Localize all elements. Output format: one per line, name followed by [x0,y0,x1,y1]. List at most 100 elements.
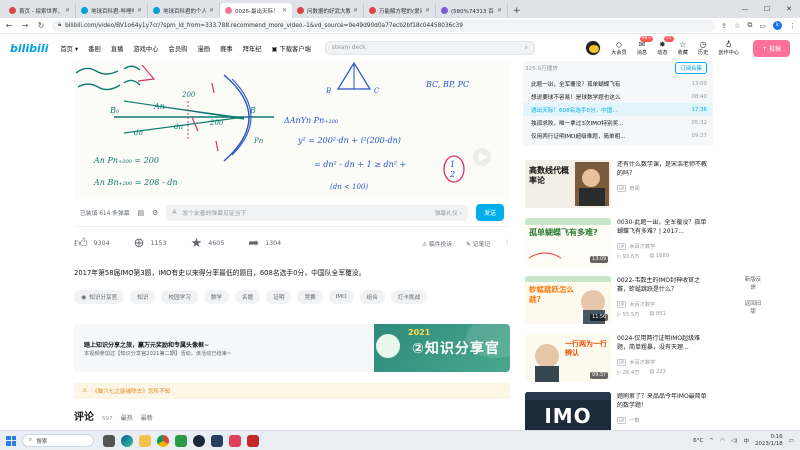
danmaku-toggle-icon[interactable]: ▤ [138,209,145,217]
notification-icon[interactable]: ▭ [789,438,794,444]
nav-anime[interactable]: 番剧 [88,44,101,53]
recommended-video[interactable]: 蚱蜢跳跃怎么跳? 11:56 0022-韦数主的IMO封神收官之赛，蚱蜢跳跃是什… [523,276,713,328]
sidebar-icon[interactable]: ▭ [759,22,766,30]
danmaku-input[interactable]: A 发个友善的弹幕见证当下 弹幕礼仪 › [166,204,468,221]
tag[interactable]: 证明 [266,290,292,304]
rec-title[interactable]: 题刷累了？来品品今年IMO最简单的数学题！ [617,393,711,410]
upload-button[interactable]: ↑ 投稿 [753,39,790,57]
rec-title[interactable]: 0024-仅用两行证明IMO超级难题，简单粗暴，没有天理... [617,335,711,352]
recommended-video[interactable]: 高数线代概率论 还有什么数学课，是宋浩老师不教的吗？ UP 奇闻 [523,160,713,212]
history-button[interactable]: ◷ 历史 [698,40,708,56]
search-input[interactable]: steam deck ⌕ [324,41,535,55]
report-button[interactable]: ⚠ 稿件投诉 [422,239,452,248]
browser-tab-5[interactable]: 问数据的好武大教 - 百度✕ [292,3,364,18]
app-icon[interactable] [175,434,187,447]
tab-close-icon[interactable]: ✕ [425,7,430,14]
tag[interactable]: 竞赛 [297,290,323,304]
nav-manga[interactable]: 漫画 [197,44,210,53]
sort-new-button[interactable]: 最新 [141,413,153,422]
volume-icon[interactable]: ◁) [731,438,737,444]
rec-uploader[interactable]: UP 奇闻 [617,185,640,192]
tab-close-icon[interactable]: ✕ [65,7,70,14]
nav-esports[interactable]: 赛事 [220,44,233,53]
vip-button[interactable]: ◇ 大会员 [611,40,627,56]
taskbar-clock[interactable]: 0:16 2023/1/18 [755,434,783,448]
url-field[interactable]: 🔒︎ bilibili.com/video/BV1o64y1y7cr/?spm_i… [52,19,716,32]
taskview-icon[interactable] [103,434,115,447]
danmaku-style-icon[interactable]: A [172,210,176,216]
nav-game-center[interactable]: 游戏中心 [133,44,158,53]
danmaku-settings-icon[interactable]: ⚙ [152,209,158,217]
tag[interactable]: 数学 [203,290,230,304]
nav-new-year[interactable]: 拜年纪 [243,44,262,53]
rec-uploader[interactable]: UP 木百才数学 [617,359,655,366]
minimize-icon[interactable]: — [734,5,756,13]
browser-tab-4-active[interactable]: 0026-最出天际！608名选手✕ [220,3,292,18]
rec-title[interactable]: 0030-此题一出，全军覆没？孤单蝴蝶飞有多难？| 2017... [617,219,711,236]
back-icon[interactable]: ← [4,21,14,30]
collection-item[interactable]: 想说要球不容易！是球数学题也这么 08:40 [523,90,713,103]
wifi-icon[interactable]: ◠ [720,438,725,444]
collection-item[interactable]: 独孤求败，唯一拿过3次IMO特别奖... 05:32 [523,116,713,129]
app-icon[interactable] [247,434,259,447]
tab-close-icon[interactable]: ✕ [209,7,214,14]
tag[interactable]: 名题 [235,290,261,304]
video-player[interactable]: B₀ An 200 dn dn B 200 Pn An Pn₊₂₀₀ = 200… [74,61,510,199]
tag[interactable]: IMO [328,290,354,304]
note-button[interactable]: ✎ 记笔记 [466,239,490,248]
recommended-video[interactable]: 孤单蝴蝶飞有多难? 13:09 0030-此题一出，全军覆没？孤单蝴蝶飞有多难？… [523,218,713,270]
share-page-icon[interactable]: ⇪ [721,22,727,30]
app-icon[interactable] [211,434,223,447]
chrome-icon[interactable] [157,434,169,447]
danmaku-send-button[interactable]: 发送 [475,204,504,221]
tray-chevron-icon[interactable]: ^ [709,438,714,444]
taskbar-search[interactable]: ⌕ 搜索 [22,434,94,447]
like-button[interactable]: 👍︎ 9304 [74,237,110,250]
bookmark-star-icon[interactable]: ☆ [734,22,740,30]
close-window-icon[interactable]: ✕ [778,5,800,13]
favorites-button[interactable]: ☆ 收藏 [678,40,688,56]
notice-bar[interactable]: ⚠ 《脑六七之能被除去》您所不知 [74,383,510,399]
more-icon[interactable]: ⋮ [504,240,510,246]
browser-menu-icon[interactable]: ⋮ [789,22,796,30]
collection-item[interactable]: 此题一出，全军覆没？孤单蝴蝶飞有 13:09 [523,77,713,90]
recommended-video[interactable]: 一行两为一行辨认 09:37 0024-仅用两行证明IMO超级难题，简单粗暴，没… [523,334,713,386]
browser-tab-1[interactable]: 首页 - 探索世界，共同创✕ [4,3,76,18]
video-thumbnail[interactable]: 一行两为一行辨认 09:37 [525,334,611,382]
favorite-button[interactable]: ★ 4605 [191,237,225,250]
nav-mall[interactable]: 会员购 [169,44,188,53]
maximize-icon[interactable]: ☐ [756,5,778,13]
sort-hot-button[interactable]: 最热 [121,413,133,422]
tag[interactable]: 组合 [359,290,385,304]
forward-icon[interactable]: → [20,21,30,30]
coin-button[interactable]: ⊕ 1153 [134,237,167,250]
video-thumbnail[interactable]: 高数线代概率论 [525,160,611,208]
creator-center-button[interactable]: ♁ 创作中心 [718,40,739,56]
subscribe-collection-button[interactable]: 订阅合集 [675,62,707,74]
nav-home[interactable]: 首页 ▾ [60,44,78,53]
weather-temp[interactable]: 6°C [693,438,703,444]
video-thumbnail[interactable]: 孤单蝴蝶飞有多难? 13:09 [525,218,611,266]
input-language[interactable]: 中 [743,437,749,445]
edge-icon[interactable] [121,434,133,447]
reload-icon[interactable]: ↻ [36,21,46,30]
tab-close-icon[interactable]: ✕ [353,7,358,14]
user-avatar[interactable] [585,40,602,56]
browser-tab-6[interactable]: 万能解方程的(爱问数学✕ [364,3,436,18]
dynamics-button[interactable]: 31 ✸ 动态 [657,36,674,56]
app-icon[interactable] [229,434,241,447]
search-icon[interactable]: ⌕ [525,45,528,52]
collection-item[interactable]: 仅用两行证明IMO超级难题，简单粗... 09:37 [523,129,713,142]
rec-title[interactable]: 还有什么数学课，是宋浩老师不教的吗？ [617,161,711,178]
messages-button[interactable]: 99+ ✉ 消息 [637,36,654,56]
windows-start-icon[interactable] [6,435,16,446]
profile-avatar[interactable]: k [773,21,782,30]
browser-tab-2[interactable]: 地球百科君-哔哩哔哩_Bili✕ [76,3,148,18]
browser-tab-7[interactable]: (580%74313 百度搜索✕ [436,3,508,18]
tag[interactable]: 知识 [130,290,156,304]
extensions-icon[interactable]: ⧉ [747,21,752,30]
tag[interactable]: 打卡挑战 [390,290,428,304]
activity-banner[interactable]: 踏上知识分享之旅，赢万元奖励和专属头像框~ 本视频参加过【知识分享官2021第二… [74,324,510,372]
nav-download-client[interactable]: ▣ 下载客户端 [271,44,310,53]
rec-uploader[interactable]: UP 木百才数学 [617,243,655,250]
